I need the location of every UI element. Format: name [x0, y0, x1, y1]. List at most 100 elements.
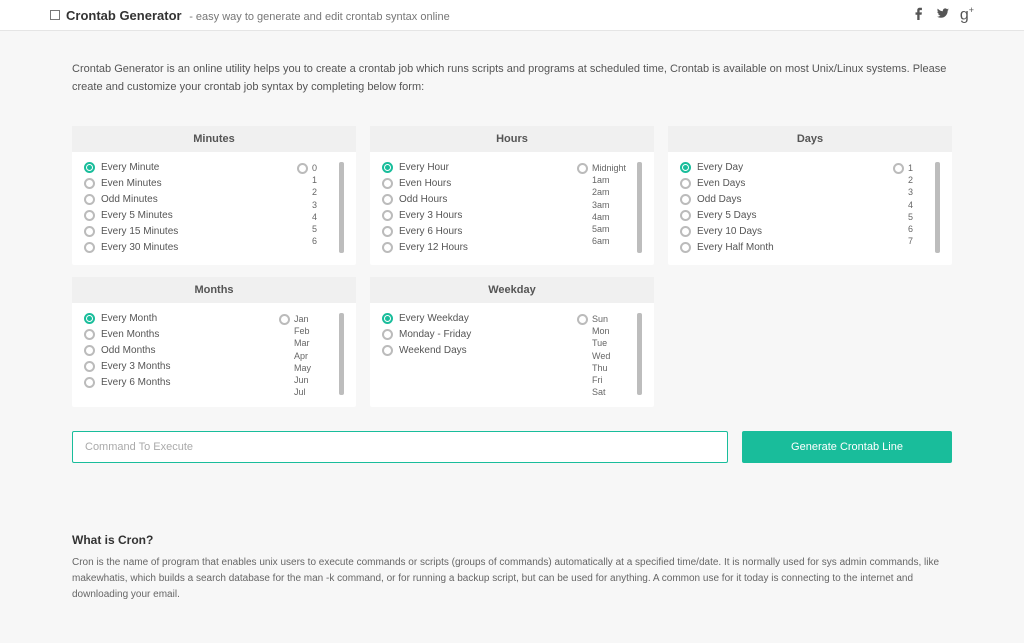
minutes-list-radio-wrap [297, 162, 308, 177]
minutes-option[interactable]: Every Minute [84, 162, 293, 173]
scrollbar[interactable] [637, 313, 642, 395]
radio-icon [680, 210, 691, 221]
list-item[interactable]: Jul [294, 386, 334, 395]
list-item[interactable]: Midnight [592, 162, 632, 174]
days-option[interactable]: Odd Days [680, 194, 889, 205]
list-item[interactable]: 6am [592, 235, 632, 244]
minutes-option[interactable]: Even Minutes [84, 178, 293, 189]
list-item[interactable]: Jun [294, 374, 334, 386]
list-item[interactable]: 1am [592, 174, 632, 186]
list-item[interactable]: Jan [294, 313, 334, 325]
list-item[interactable]: Tue [592, 337, 632, 349]
scrollbar[interactable] [637, 162, 642, 253]
list-item[interactable]: 3 [312, 199, 334, 211]
minutes-option[interactable]: Odd Minutes [84, 194, 293, 205]
list-item[interactable]: Sat [592, 386, 632, 395]
radio-icon [84, 162, 95, 173]
list-item[interactable]: 2 [312, 186, 334, 198]
radio-icon[interactable] [893, 163, 904, 174]
list-item[interactable]: 7 [908, 235, 930, 244]
weekday-option[interactable]: Every Weekday [382, 313, 573, 324]
weekday-option[interactable]: Weekend Days [382, 345, 573, 356]
hours-option[interactable]: Every 3 Hours [382, 210, 573, 221]
months-option[interactable]: Every 6 Months [84, 377, 275, 388]
hours-option[interactable]: Every 6 Hours [382, 226, 573, 237]
intro-text: Crontab Generator is an online utility h… [72, 61, 952, 96]
hours-list-radio-wrap [577, 162, 588, 177]
scrollbar[interactable] [339, 313, 344, 395]
list-item[interactable]: 3 [908, 186, 930, 198]
radio-icon[interactable] [279, 314, 290, 325]
months-option[interactable]: Every Month [84, 313, 275, 324]
days-value-list[interactable]: 123456789 [908, 162, 930, 244]
facebook-icon[interactable] [912, 6, 926, 24]
minutes-option[interactable]: Every 30 Minutes [84, 242, 293, 253]
weekday-option-label: Monday - Friday [399, 329, 471, 340]
months-option[interactable]: Every 3 Months [84, 361, 275, 372]
list-item[interactable]: 6 [312, 235, 334, 244]
hours-option[interactable]: Every 12 Hours [382, 242, 573, 253]
list-item[interactable]: 0 [312, 162, 334, 174]
days-option[interactable]: Every 5 Days [680, 210, 889, 221]
list-item[interactable]: 5 [908, 211, 930, 223]
list-item[interactable]: May [294, 362, 334, 374]
list-item[interactable]: Wed [592, 350, 632, 362]
list-item[interactable]: 1 [908, 162, 930, 174]
list-item[interactable]: 2am [592, 186, 632, 198]
hours-option-label: Odd Hours [399, 194, 447, 205]
list-item[interactable]: 5am [592, 223, 632, 235]
brand-title-text: Crontab Generator [66, 8, 182, 23]
hours-option[interactable]: Odd Hours [382, 194, 573, 205]
list-item[interactable]: Apr [294, 350, 334, 362]
list-item[interactable]: 4am [592, 211, 632, 223]
minutes-option-label: Every Minute [101, 162, 159, 173]
minutes-value-list[interactable]: 012345678 [312, 162, 334, 244]
list-item[interactable]: 4 [312, 211, 334, 223]
list-item[interactable]: Feb [294, 325, 334, 337]
list-item[interactable]: 2 [908, 174, 930, 186]
radio-icon [84, 377, 95, 388]
radio-icon [382, 178, 393, 189]
hours-option[interactable]: Even Hours [382, 178, 573, 189]
minutes-option[interactable]: Every 15 Minutes [84, 226, 293, 237]
months-option-label: Every 6 Months [101, 377, 170, 388]
radio-icon[interactable] [297, 163, 308, 174]
radio-icon[interactable] [577, 314, 588, 325]
days-option[interactable]: Even Days [680, 178, 889, 189]
google-plus-icon[interactable]: g+ [960, 6, 974, 23]
list-item[interactable]: 5 [312, 223, 334, 235]
scrollbar[interactable] [339, 162, 344, 253]
minutes-option[interactable]: Every 5 Minutes [84, 210, 293, 221]
weekday-option[interactable]: Monday - Friday [382, 329, 573, 340]
list-item[interactable]: Thu [592, 362, 632, 374]
radio-icon[interactable] [577, 163, 588, 174]
list-item[interactable]: Mar [294, 337, 334, 349]
days-option[interactable]: Every Day [680, 162, 889, 173]
generate-button[interactable]: Generate Crontab Line [742, 431, 952, 463]
months-option[interactable]: Odd Months [84, 345, 275, 356]
weekday-card: WeekdayEvery WeekdayMonday - FridayWeeke… [370, 277, 654, 407]
hours-options: Every Hour Even Hours Odd Hours Every 3 Hou… [382, 162, 573, 253]
list-item[interactable]: Sun [592, 313, 632, 325]
days-option[interactable]: Every Half Month [680, 242, 889, 253]
days-option[interactable]: Every 10 Days [680, 226, 889, 237]
radio-icon [84, 313, 95, 324]
twitter-icon[interactable] [936, 6, 950, 24]
list-item[interactable]: 6 [908, 223, 930, 235]
days-list-radio-wrap [893, 162, 904, 177]
minutes-list-column: 012345678 [297, 162, 344, 253]
list-item[interactable]: 4 [908, 199, 930, 211]
list-item[interactable]: Mon [592, 325, 632, 337]
scrollbar[interactable] [935, 162, 940, 253]
list-item[interactable]: 1 [312, 174, 334, 186]
list-item[interactable]: 3am [592, 199, 632, 211]
hours-option[interactable]: Every Hour [382, 162, 573, 173]
list-item[interactable]: Fri [592, 374, 632, 386]
weekday-value-list[interactable]: SunMonTueWedThuFriSat [592, 313, 632, 395]
months-option[interactable]: Even Months [84, 329, 275, 340]
months-value-list[interactable]: JanFebMarAprMayJunJulAugSep [294, 313, 334, 395]
hours-option-label: Even Hours [399, 178, 451, 189]
hours-value-list[interactable]: Midnight1am2am3am4am5am6am7am8am [592, 162, 632, 244]
command-input[interactable] [72, 431, 728, 463]
days-option-label: Even Days [697, 178, 745, 189]
